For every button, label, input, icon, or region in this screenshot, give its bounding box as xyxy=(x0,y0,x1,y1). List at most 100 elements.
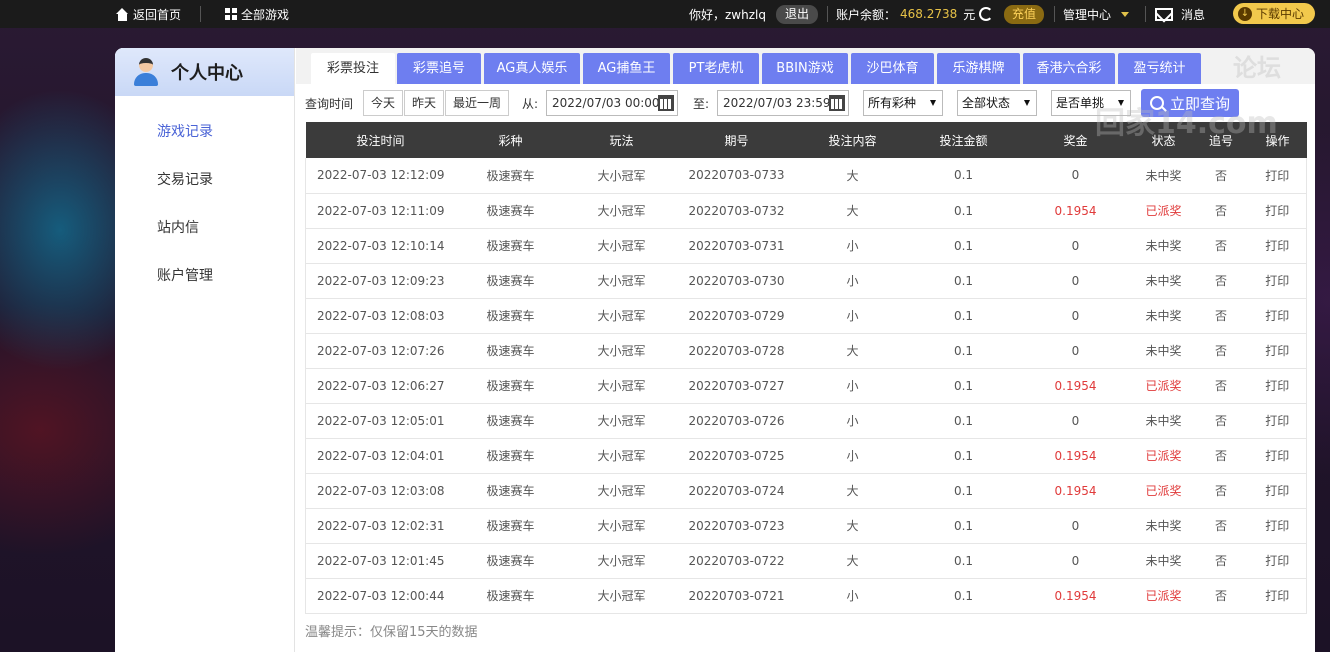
start-date-field[interactable]: 2022/07/03 00:00 xyxy=(546,90,678,116)
quick-yesterday-button[interactable]: 昨天 xyxy=(404,90,445,116)
table-row: 2022-07-03 12:06:27 极速赛车 大小冠军 20220703-0727… xyxy=(305,368,1307,404)
cell-bet-time: 2022-07-03 12:06:27 xyxy=(305,368,456,404)
cell-print-action[interactable]: 打印 xyxy=(1248,263,1307,299)
cell-print-action[interactable]: 打印 xyxy=(1248,508,1307,544)
col-header-bet-amount[interactable]: 投注金额 xyxy=(909,122,1018,158)
cell-status: 已派奖 xyxy=(1133,473,1194,509)
cell-status: 未中奖 xyxy=(1133,333,1194,369)
col-header-bet-time[interactable]: 投注时间 xyxy=(305,122,456,158)
query-time-label: 查询时间 xyxy=(305,97,354,111)
cell-play-type: 大小冠军 xyxy=(565,298,678,334)
cell-print-action[interactable]: 打印 xyxy=(1248,543,1307,579)
cell-status: 已派奖 xyxy=(1133,368,1194,404)
cell-print-action[interactable]: 打印 xyxy=(1248,228,1307,264)
messages-link[interactable]: 消息 xyxy=(1155,0,1205,28)
col-header-issue[interactable]: 期号 xyxy=(677,122,796,158)
home-icon xyxy=(116,7,129,21)
table-row: 2022-07-03 12:12:09 极速赛车 大小冠军 20220703-0733… xyxy=(305,158,1307,194)
col-header-play-type[interactable]: 玩法 xyxy=(565,122,678,158)
quick-today-button[interactable]: 今天 xyxy=(363,90,404,116)
recharge-button[interactable]: 充值 xyxy=(1004,4,1045,24)
status-select[interactable]: 全部状态 xyxy=(957,90,1037,116)
col-header-lottery[interactable]: 彩种 xyxy=(455,122,566,158)
tab-ag-fishing[interactable]: AG捕鱼王 xyxy=(583,53,670,84)
tab-pt-slots[interactable]: PT老虎机 xyxy=(673,53,759,84)
col-header-status[interactable]: 状态 xyxy=(1133,122,1194,158)
tab-bbin-games[interactable]: BBIN游戏 xyxy=(762,53,848,84)
cell-print-action[interactable]: 打印 xyxy=(1248,578,1307,614)
cell-print-action[interactable]: 打印 xyxy=(1248,333,1307,369)
calendar-icon[interactable] xyxy=(829,95,845,111)
cell-bet-content: 大 xyxy=(795,193,910,229)
cell-play-type: 大小冠军 xyxy=(565,228,678,264)
single-bet-select[interactable]: 是否单挑 xyxy=(1051,90,1131,116)
end-date-value: 2022/07/03 23:59 xyxy=(723,96,831,110)
cell-chase: 否 xyxy=(1193,263,1249,299)
cell-print-action[interactable]: 打印 xyxy=(1248,438,1307,474)
tab-hk-marksix[interactable]: 香港六合彩 xyxy=(1023,53,1115,84)
cell-lottery: 极速赛车 xyxy=(455,368,566,404)
tab-leyou-chess[interactable]: 乐游棋牌 xyxy=(937,53,1020,84)
col-header-prize[interactable]: 奖金 xyxy=(1017,122,1134,158)
cell-lottery: 极速赛车 xyxy=(455,333,566,369)
personal-center-card: 个人中心 游戏记录 交易记录 站内信 账户管理 彩票投注 彩票追号 AG真人娱乐… xyxy=(115,48,1315,652)
col-header-action[interactable]: 操作 xyxy=(1248,122,1307,158)
tab-lottery-bets[interactable]: 彩票投注 xyxy=(311,53,395,84)
all-games-link[interactable]: 全部游戏 xyxy=(225,0,289,28)
table-row: 2022-07-03 12:09:23 极速赛车 大小冠军 20220703-0730… xyxy=(305,263,1307,299)
cell-print-action[interactable]: 打印 xyxy=(1248,193,1307,229)
tab-lottery-chase[interactable]: 彩票追号 xyxy=(397,53,481,84)
tab-profit-stats[interactable]: 盈亏统计 xyxy=(1118,53,1201,84)
cell-bet-amount: 0.1 xyxy=(909,508,1018,544)
cell-print-action[interactable]: 打印 xyxy=(1248,473,1307,509)
cell-status: 未中奖 xyxy=(1133,543,1194,579)
table-row: 2022-07-03 12:07:26 极速赛车 大小冠军 20220703-0728… xyxy=(305,333,1307,369)
divider xyxy=(1145,6,1146,22)
cell-play-type: 大小冠军 xyxy=(565,368,678,404)
cell-chase: 否 xyxy=(1193,438,1249,474)
tab-ag-live[interactable]: AG真人娱乐 xyxy=(484,53,580,84)
cell-print-action[interactable]: 打印 xyxy=(1248,158,1307,194)
management-center-menu[interactable]: 管理中心 xyxy=(1063,0,1130,28)
cell-print-action[interactable]: 打印 xyxy=(1248,368,1307,404)
cell-print-action[interactable]: 打印 xyxy=(1248,298,1307,334)
sidebar-item-transaction-records[interactable]: 交易记录 xyxy=(115,156,294,204)
cell-status: 已派奖 xyxy=(1133,438,1194,474)
cell-bet-amount: 0.1 xyxy=(909,473,1018,509)
download-center-button[interactable]: ↓ 下载中心 xyxy=(1233,3,1315,24)
quick-last-week-button[interactable]: 最近一周 xyxy=(445,90,510,116)
cell-print-action[interactable]: 打印 xyxy=(1248,403,1307,439)
start-date-value: 2022/07/03 00:00 xyxy=(552,96,660,110)
query-now-button[interactable]: 立即查询 xyxy=(1141,89,1239,117)
cell-issue: 20220703-0732 xyxy=(677,193,796,229)
balance-label: 账户余额： xyxy=(836,7,897,22)
col-header-chase[interactable]: 追号 xyxy=(1193,122,1249,158)
end-date-field[interactable]: 2022/07/03 23:59 xyxy=(717,90,849,116)
cell-bet-time: 2022-07-03 12:09:23 xyxy=(305,263,456,299)
table-row: 2022-07-03 12:04:01 极速赛车 大小冠军 20220703-0725… xyxy=(305,438,1307,474)
lottery-type-select[interactable]: 所有彩种 xyxy=(863,90,943,116)
refresh-icon[interactable] xyxy=(979,7,993,21)
balance-unit: 元 xyxy=(963,7,976,22)
home-link[interactable]: 返回首页 xyxy=(116,0,181,28)
col-header-bet-content[interactable]: 投注内容 xyxy=(795,122,910,158)
cell-bet-time: 2022-07-03 12:05:01 xyxy=(305,403,456,439)
sidebar-item-account-management[interactable]: 账户管理 xyxy=(115,252,294,300)
balance-value: 468.2738 xyxy=(900,7,958,21)
bet-records-table: 投注时间 彩种 玩法 期号 投注内容 投注金额 奖金 状态 追号 操作 2022… xyxy=(305,122,1307,614)
tab-bar: 彩票投注 彩票追号 AG真人娱乐 AG捕鱼王 PT老虎机 BBIN游戏 沙巴体育… xyxy=(296,48,1315,84)
cell-issue: 20220703-0730 xyxy=(677,263,796,299)
bet-records-table-wrap: 投注时间 彩种 玩法 期号 投注内容 投注金额 奖金 状态 追号 操作 2022… xyxy=(305,122,1307,614)
calendar-icon[interactable] xyxy=(658,95,674,111)
sidebar-item-inbox[interactable]: 站内信 xyxy=(115,204,294,252)
sidebar-item-game-records[interactable]: 游戏记录 xyxy=(115,108,294,156)
cell-lottery: 极速赛车 xyxy=(455,158,566,194)
greeting: 你好，zwhzlq xyxy=(689,7,766,22)
logout-button[interactable]: 退出 xyxy=(776,4,819,24)
cell-bet-content: 小 xyxy=(795,578,910,614)
filter-bar: 查询时间 今天 昨天 最近一周 从: 2022/07/03 00:00 至: 2… xyxy=(296,89,1315,118)
cell-bet-content: 大 xyxy=(795,333,910,369)
dropdown-arrow-icon xyxy=(930,100,936,106)
cell-bet-time: 2022-07-03 12:03:08 xyxy=(305,473,456,509)
tab-saba-sports[interactable]: 沙巴体育 xyxy=(851,53,934,84)
